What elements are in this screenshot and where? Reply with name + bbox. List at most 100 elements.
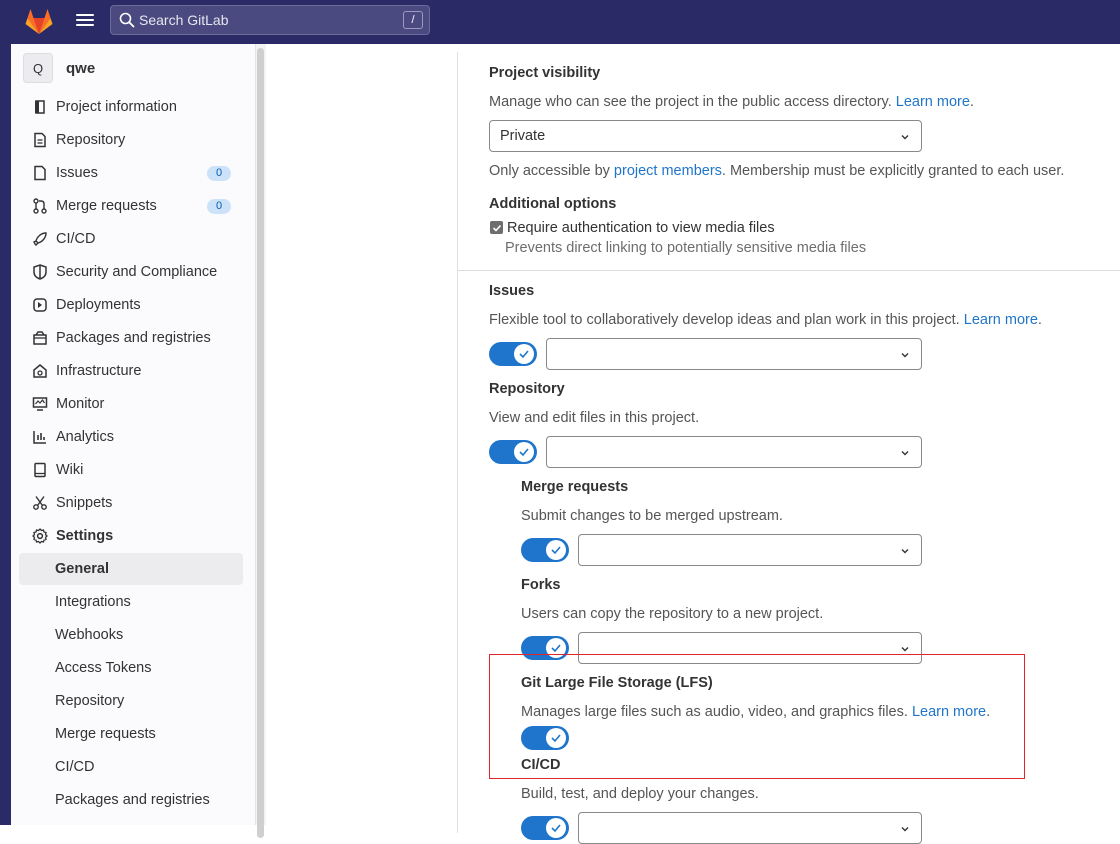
sidebar-item-settings[interactable]: Settings <box>19 520 243 552</box>
chevron-down-icon <box>901 451 909 456</box>
sidebar-item-label: Merge requests <box>56 198 157 214</box>
issues-learn-more-link[interactable]: Learn more <box>964 312 1038 328</box>
repository-access-select[interactable] <box>546 436 922 468</box>
avatar: Q <box>23 53 53 83</box>
merge-requests-access-select[interactable] <box>578 534 922 566</box>
toggle-knob <box>514 344 534 364</box>
sidebar-subitem-label: Webhooks <box>55 627 124 643</box>
repository-toggle[interactable] <box>489 440 537 464</box>
additional-options-title: Additional options <box>489 196 617 212</box>
sidebar-item-label: Wiki <box>56 462 84 478</box>
visibility-learn-more-link[interactable]: Learn more <box>896 94 970 110</box>
sidebar-item-merge-requests[interactable]: Merge requests 0 <box>19 190 243 222</box>
sidebar-item-label: Security and Compliance <box>56 264 218 280</box>
sidebar-item-label: Repository <box>56 132 126 148</box>
search-shortcut-hint: / <box>403 11 423 29</box>
visibility-select[interactable]: Private <box>489 120 922 152</box>
settings-sub-merge-requests[interactable]: Merge requests <box>19 718 243 750</box>
gear-icon <box>32 528 48 544</box>
info-icon <box>32 99 48 115</box>
top-navbar: Search GitLab / <box>0 0 1120 44</box>
cicd-desc: Build, test, and deploy your changes. <box>521 786 759 802</box>
cloud-icon <box>32 363 48 379</box>
highlight-annotation-box <box>489 654 1025 779</box>
chevron-down-icon <box>901 549 909 554</box>
sidebar-subitem-label: Merge requests <box>55 726 156 742</box>
project-name: qwe <box>66 59 96 77</box>
visibility-note: Only accessible by project members. Memb… <box>489 163 1064 179</box>
check-icon <box>519 350 529 359</box>
check-icon <box>551 644 561 653</box>
project-header[interactable]: Q qwe <box>23 53 95 83</box>
sidebar-item-label: Project information <box>56 99 177 115</box>
cicd-toggle[interactable] <box>521 816 569 840</box>
sidebar-item-monitor[interactable]: Monitor <box>19 388 243 420</box>
merge-requests-desc: Submit changes to be merged upstream. <box>521 508 783 524</box>
merge-requests-toggle[interactable] <box>521 538 569 562</box>
visibility-title: Project visibility <box>489 65 601 81</box>
settings-sub-webhooks[interactable]: Webhooks <box>19 619 243 651</box>
search-placeholder: Search GitLab <box>139 12 229 28</box>
sidebar-scrollbar[interactable] <box>256 44 266 838</box>
package-icon <box>32 330 48 346</box>
settings-sub-cicd[interactable]: CI/CD <box>19 751 243 783</box>
issues-title: Issues <box>489 283 535 299</box>
chevron-down-icon <box>901 353 909 358</box>
search-input[interactable]: Search GitLab / <box>110 5 430 35</box>
issues-desc: Flexible tool to collaboratively develop… <box>489 312 1042 328</box>
issues-count-badge: 0 <box>207 166 231 181</box>
check-icon <box>492 224 501 232</box>
scissors-icon <box>32 495 48 511</box>
sidebar: Q qwe Project information Repository Iss… <box>11 44 256 825</box>
visibility-note-suffix: . Membership must be explicitly granted … <box>721 163 1065 179</box>
gitlab-logo[interactable] <box>24 7 54 35</box>
sidebar-item-label: Deployments <box>56 297 141 313</box>
visibility-desc-text: Manage who can see the project in the pu… <box>489 94 892 110</box>
issues-access-select[interactable] <box>546 338 922 370</box>
project-members-link[interactable]: project members <box>614 163 722 179</box>
section-divider <box>457 270 1120 271</box>
check-icon <box>519 448 529 457</box>
sidebar-item-label: Monitor <box>56 396 105 412</box>
toggle-knob <box>514 442 534 462</box>
require-auth-help: Prevents direct linking to potentially s… <box>505 240 867 256</box>
sidebar-item-issues[interactable]: Issues 0 <box>19 157 243 189</box>
settings-sub-packages[interactable]: Packages and registries <box>19 784 243 816</box>
sidebar-item-label: Analytics <box>56 429 115 445</box>
menu-icon[interactable] <box>74 11 96 33</box>
repository-desc: View and edit files in this project. <box>489 410 700 426</box>
sidebar-item-cicd[interactable]: CI/CD <box>19 223 243 255</box>
sidebar-item-label: Settings <box>56 528 114 544</box>
sidebar-item-repository[interactable]: Repository <box>19 124 243 156</box>
chevron-down-icon <box>901 135 909 140</box>
sidebar-item-security[interactable]: Security and Compliance <box>19 256 243 288</box>
sidebar-item-wiki[interactable]: Wiki <box>19 454 243 486</box>
rocket-icon <box>32 231 48 247</box>
settings-sub-general[interactable]: General <box>19 553 243 585</box>
toggle-knob <box>546 540 566 560</box>
forks-title: Forks <box>521 577 561 593</box>
toggle-knob <box>546 818 566 838</box>
sidebar-item-analytics[interactable]: Analytics <box>19 421 243 453</box>
issues-toggle[interactable] <box>489 342 537 366</box>
sidebar-subitem-label: Access Tokens <box>55 660 152 676</box>
sidebar-subitem-label: Integrations <box>55 594 131 610</box>
scrollbar-thumb[interactable] <box>257 48 264 838</box>
sidebar-item-snippets[interactable]: Snippets <box>19 487 243 519</box>
sidebar-item-project-information[interactable]: Project information <box>19 91 243 123</box>
sidebar-item-label: Infrastructure <box>56 363 142 379</box>
require-auth-checkbox[interactable] <box>490 221 503 234</box>
search-icon <box>119 12 135 28</box>
settings-sub-repository[interactable]: Repository <box>19 685 243 717</box>
sidebar-item-deployments[interactable]: Deployments <box>19 289 243 321</box>
settings-sub-integrations[interactable]: Integrations <box>19 586 243 618</box>
cicd-access-select[interactable] <box>578 812 922 844</box>
sidebar-item-label: Snippets <box>56 495 113 511</box>
settings-sub-access-tokens[interactable]: Access Tokens <box>19 652 243 684</box>
require-auth-label: Require authentication to view media fil… <box>507 220 775 236</box>
visibility-desc-period: . <box>969 94 974 110</box>
shield-icon <box>32 264 48 280</box>
deploy-icon <box>32 297 48 313</box>
sidebar-item-packages[interactable]: Packages and registries <box>19 322 243 354</box>
sidebar-item-infrastructure[interactable]: Infrastructure <box>19 355 243 387</box>
